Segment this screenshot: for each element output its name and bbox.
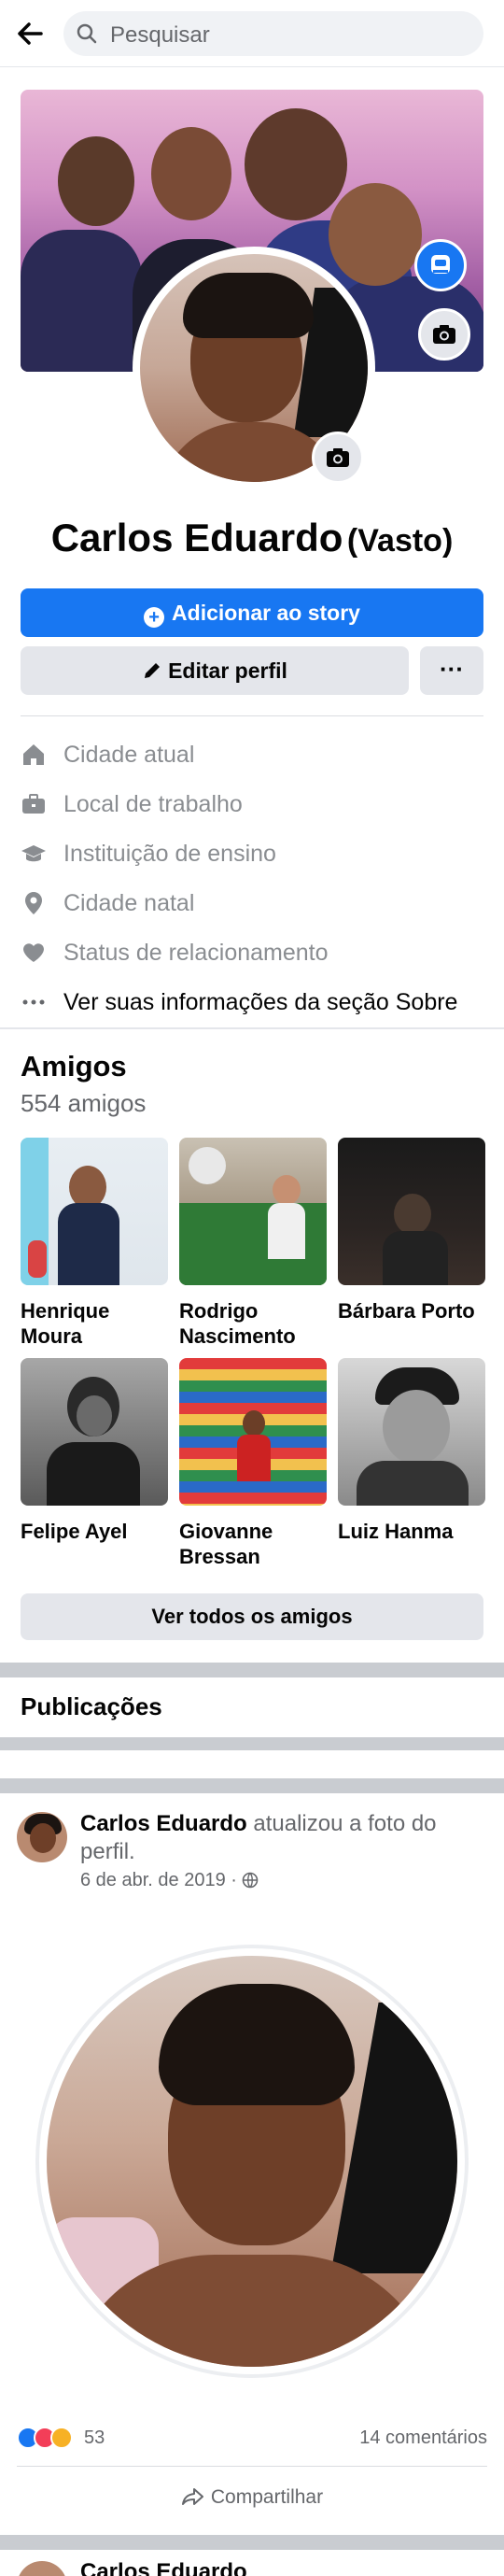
share-arrow-icon: [181, 2488, 203, 2505]
post-photo[interactable]: [35, 1945, 469, 2378]
share-label: Compartilhar: [210, 2486, 324, 2508]
add-to-story-button[interactable]: + Adicionar ao story: [21, 588, 483, 637]
more-dots-icon: [21, 989, 47, 1015]
friend-card[interactable]: Rodrigo Nascimento: [179, 1138, 327, 1349]
search-placeholder: Pesquisar: [110, 22, 210, 48]
about-item-label: Cidade atual: [63, 742, 195, 768]
post-header: Carlos Eduardo atualizou a foto do perfi…: [80, 1810, 491, 1866]
edit-profile-button[interactable]: Editar perfil: [21, 646, 409, 695]
next-post-author-name[interactable]: Carlos Eduardo: [80, 2559, 247, 2576]
graduation-cap-icon: [21, 841, 47, 867]
post-meta[interactable]: 6 de abr. de 2019 ·: [80, 1870, 259, 1891]
section-divider: [0, 1027, 504, 1029]
more-options-button[interactable]: ···: [420, 646, 483, 695]
about-item-label: Cidade natal: [63, 890, 195, 916]
section-gap: [0, 1663, 504, 1677]
friend-name[interactable]: Henrique Moura: [21, 1298, 168, 1349]
friend-photo[interactable]: [21, 1138, 168, 1285]
profile-name-main: Carlos Eduardo: [50, 516, 343, 559]
friend-card[interactable]: Felipe Ayel: [21, 1358, 168, 1544]
edit-profile-label: Editar perfil: [168, 658, 287, 683]
profile-camera-icon[interactable]: [312, 432, 364, 484]
about-item-label: Status de relacionamento: [63, 940, 329, 966]
friend-name[interactable]: Rodrigo Nascimento: [179, 1298, 327, 1349]
next-post-author-avatar[interactable]: [17, 2561, 67, 2576]
divider: [21, 715, 483, 716]
about-item-hometown[interactable]: Cidade natal: [21, 879, 487, 928]
heart-icon: [21, 940, 47, 966]
pencil-icon: [145, 663, 161, 678]
cover-camera-icon[interactable]: [418, 308, 470, 361]
friends-title[interactable]: Amigos: [21, 1050, 127, 1083]
about-item-current-city[interactable]: Cidade atual: [21, 730, 487, 780]
friend-name[interactable]: Bárbara Porto: [338, 1298, 485, 1323]
friend-name[interactable]: Felipe Ayel: [21, 1519, 168, 1544]
friend-card[interactable]: Giovanne Bressan: [179, 1358, 327, 1569]
profile-name: Carlos Eduardo (Vasto): [0, 516, 504, 560]
search-input[interactable]: Pesquisar: [63, 11, 483, 56]
section-gap: [0, 2535, 504, 2550]
profile-alt-name: (Vasto): [346, 523, 454, 559]
about-item-see-about[interactable]: Ver suas informações da seção Sobre: [21, 978, 487, 1027]
back-arrow-icon[interactable]: [13, 17, 47, 50]
briefcase-icon: [21, 791, 47, 817]
publications-title: Publicações: [21, 1692, 162, 1720]
comments-count[interactable]: 14 comentários: [359, 2427, 487, 2449]
about-item-relationship[interactable]: Status de relacionamento: [21, 928, 487, 978]
friend-card[interactable]: Bárbara Porto: [338, 1138, 485, 1323]
house-icon: [21, 742, 47, 768]
friend-card[interactable]: Henrique Moura: [21, 1138, 168, 1349]
share-button[interactable]: Compartilhar: [0, 2484, 504, 2509]
reactions-count: 53: [84, 2427, 105, 2448]
friends-count: 554 amigos: [21, 1089, 147, 1117]
about-item-workplace[interactable]: Local de trabalho: [21, 780, 487, 829]
top-bar: Pesquisar: [0, 0, 504, 67]
friend-photo[interactable]: [338, 1138, 485, 1285]
about-item-label: Instituição de ensino: [63, 841, 276, 867]
friend-name[interactable]: Giovanne Bressan: [179, 1519, 327, 1569]
see-all-friends-button[interactable]: Ver todos os amigos: [21, 1593, 483, 1640]
section-gap: [0, 1778, 504, 1793]
messenger-icon[interactable]: [414, 239, 467, 291]
location-pin-icon: [21, 890, 47, 916]
about-list: Cidade atual Local de trabalho Instituiç…: [21, 730, 487, 1027]
about-item-label: Ver suas informações da seção Sobre: [63, 989, 458, 1015]
friend-card[interactable]: Luiz Hanma: [338, 1358, 485, 1544]
post-author-avatar[interactable]: [17, 1812, 67, 1862]
search-icon: [77, 23, 97, 44]
divider: [17, 2466, 487, 2467]
globe-icon: [243, 1872, 259, 1889]
post-date[interactable]: 6 de abr. de 2019 ·: [80, 1870, 237, 1890]
about-item-label: Local de trabalho: [63, 791, 243, 817]
plus-circle-icon: +: [144, 607, 165, 628]
add-to-story-label: Adicionar ao story: [172, 601, 360, 625]
friend-name[interactable]: Luiz Hanma: [338, 1519, 485, 1544]
friend-photo[interactable]: [338, 1358, 485, 1506]
friend-photo[interactable]: [21, 1358, 168, 1506]
wow-reaction-icon: [50, 2427, 73, 2449]
post-author-name[interactable]: Carlos Eduardo: [80, 1811, 247, 1836]
about-item-education[interactable]: Instituição de ensino: [21, 829, 487, 879]
section-gap: [0, 1737, 504, 1750]
friend-photo[interactable]: [179, 1138, 327, 1285]
friend-photo[interactable]: [179, 1358, 327, 1506]
